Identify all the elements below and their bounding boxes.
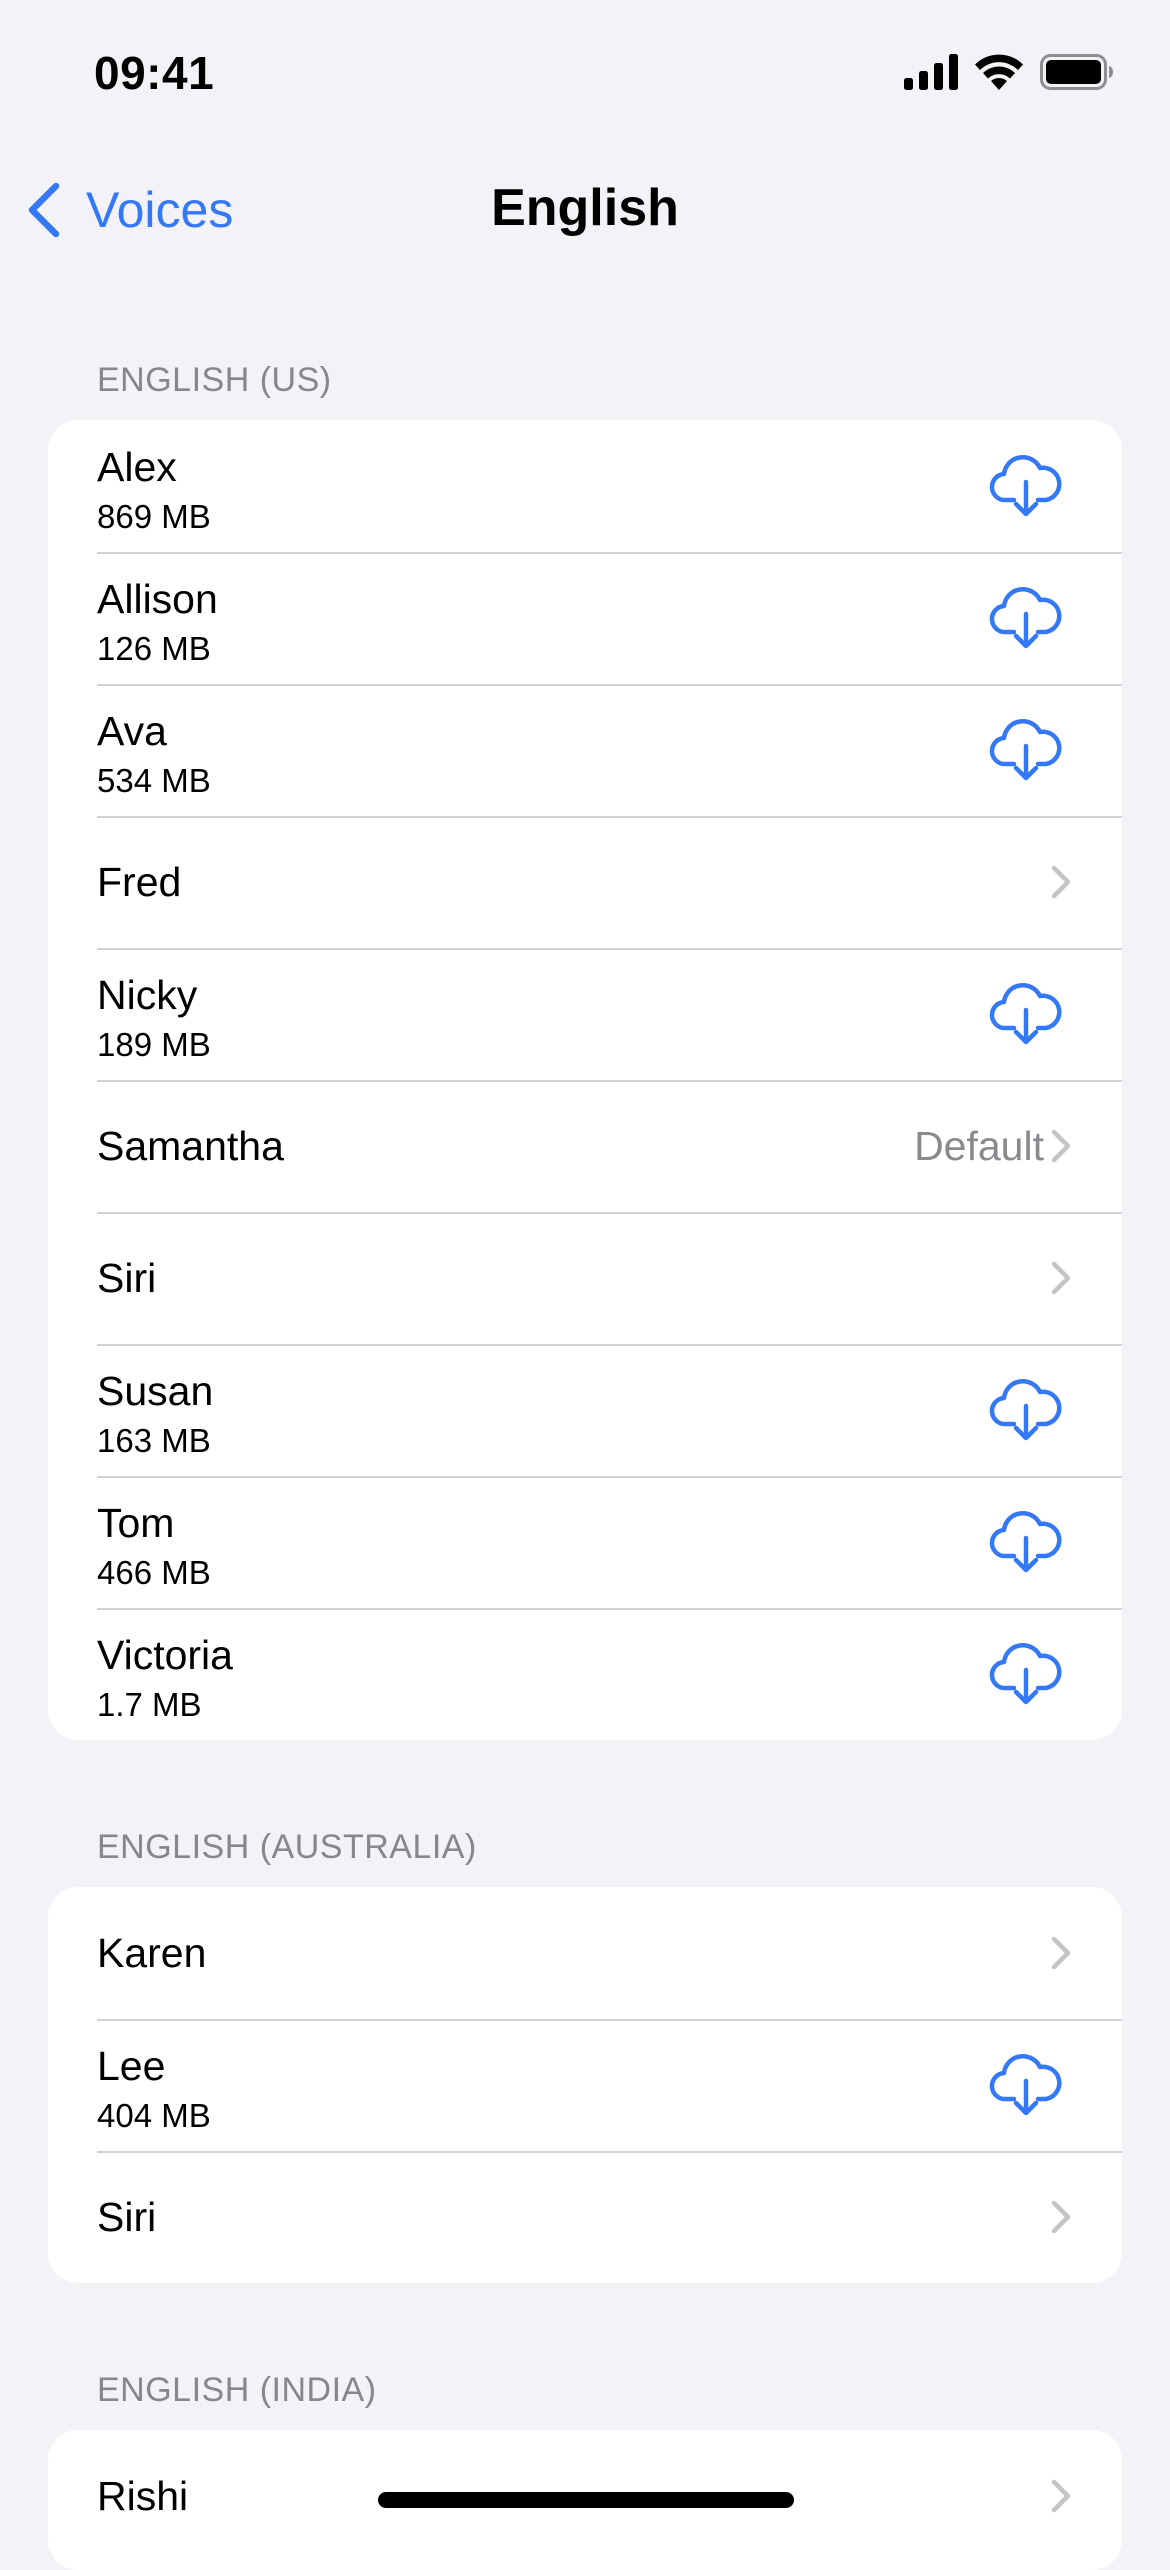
cellular-signal-icon bbox=[904, 53, 958, 95]
voice-row-ava[interactable]: Ava 534 MB bbox=[48, 684, 1122, 816]
voice-name: Susan bbox=[97, 1368, 214, 1414]
wifi-icon bbox=[974, 54, 1024, 95]
voice-size: 534 MB bbox=[97, 762, 211, 799]
cloud-download-icon[interactable] bbox=[988, 716, 1064, 784]
voice-list-english-australia: Karen Lee 404 MB Siri bbox=[48, 1887, 1122, 2283]
section-header-english-australia: ENGLISH (AUSTRALIA) bbox=[97, 1828, 477, 1866]
voice-size: 869 MB bbox=[97, 498, 211, 535]
voice-row-fred[interactable]: Fred bbox=[48, 816, 1122, 948]
status-bar: 09:41 bbox=[0, 0, 1170, 150]
voice-name: Victoria bbox=[97, 1632, 233, 1678]
voice-row-samantha[interactable]: Samantha Default bbox=[48, 1080, 1122, 1212]
voice-size: 189 MB bbox=[97, 1026, 211, 1063]
cloud-download-icon[interactable] bbox=[988, 1376, 1064, 1444]
voice-name: Siri bbox=[97, 2194, 157, 2240]
voice-name: Rishi bbox=[97, 2473, 189, 2519]
cloud-download-icon[interactable] bbox=[988, 980, 1064, 1048]
voice-list-english-us: Alex 869 MB Allison 126 MB Ava 534 MB Fr… bbox=[48, 420, 1122, 1740]
voice-name: Samantha bbox=[97, 1123, 284, 1169]
voice-size: 1.7 MB bbox=[97, 1686, 202, 1723]
chevron-right-icon bbox=[1050, 2199, 1072, 2235]
voice-row-lee[interactable]: Lee 404 MB bbox=[48, 2019, 1122, 2151]
voice-row-siri-australia[interactable]: Siri bbox=[48, 2151, 1122, 2283]
voice-row-alex[interactable]: Alex 869 MB bbox=[48, 420, 1122, 552]
voice-row-victoria[interactable]: Victoria 1.7 MB bbox=[48, 1608, 1122, 1740]
chevron-right-icon bbox=[1050, 2478, 1072, 2514]
cloud-download-icon[interactable] bbox=[988, 1640, 1064, 1708]
cloud-download-icon[interactable] bbox=[988, 452, 1064, 520]
voice-row-karen[interactable]: Karen bbox=[48, 1887, 1122, 2019]
voice-name: Karen bbox=[97, 1930, 207, 1976]
voice-size: 163 MB bbox=[97, 1422, 211, 1459]
voice-row-tom[interactable]: Tom 466 MB bbox=[48, 1476, 1122, 1608]
voice-name: Lee bbox=[97, 2043, 166, 2089]
voice-row-siri[interactable]: Siri bbox=[48, 1212, 1122, 1344]
voice-size: 404 MB bbox=[97, 2097, 211, 2134]
voice-row-nicky[interactable]: Nicky 189 MB bbox=[48, 948, 1122, 1080]
cloud-download-icon[interactable] bbox=[988, 584, 1064, 652]
cloud-download-icon[interactable] bbox=[988, 2051, 1064, 2119]
chevron-right-icon bbox=[1050, 1128, 1072, 1164]
voice-name: Nicky bbox=[97, 972, 198, 1018]
navigation-bar: Voices English bbox=[0, 150, 1170, 266]
voice-name: Tom bbox=[97, 1500, 175, 1546]
cloud-download-icon[interactable] bbox=[988, 1508, 1064, 1576]
voice-size: 466 MB bbox=[97, 1554, 211, 1591]
voice-name: Siri bbox=[97, 1255, 157, 1301]
status-icons bbox=[904, 53, 1114, 95]
voice-row-allison[interactable]: Allison 126 MB bbox=[48, 552, 1122, 684]
status-time: 09:41 bbox=[94, 47, 215, 99]
page-title: English bbox=[491, 179, 679, 237]
voice-row-susan[interactable]: Susan 163 MB bbox=[48, 1344, 1122, 1476]
section-header-english-india: ENGLISH (INDIA) bbox=[97, 2371, 377, 2409]
voice-name: Ava bbox=[97, 708, 167, 754]
voice-name: Alex bbox=[97, 444, 177, 490]
voice-size: 126 MB bbox=[97, 630, 211, 667]
home-indicator[interactable] bbox=[378, 2492, 794, 2508]
chevron-right-icon bbox=[1050, 1935, 1072, 1971]
chevron-right-icon bbox=[1050, 1260, 1072, 1296]
default-badge: Default bbox=[914, 1123, 1044, 1169]
voice-name: Allison bbox=[97, 576, 218, 622]
battery-icon bbox=[1040, 53, 1114, 95]
voice-name: Fred bbox=[97, 859, 182, 905]
chevron-right-icon bbox=[1050, 864, 1072, 900]
section-header-english-us: ENGLISH (US) bbox=[97, 361, 332, 399]
